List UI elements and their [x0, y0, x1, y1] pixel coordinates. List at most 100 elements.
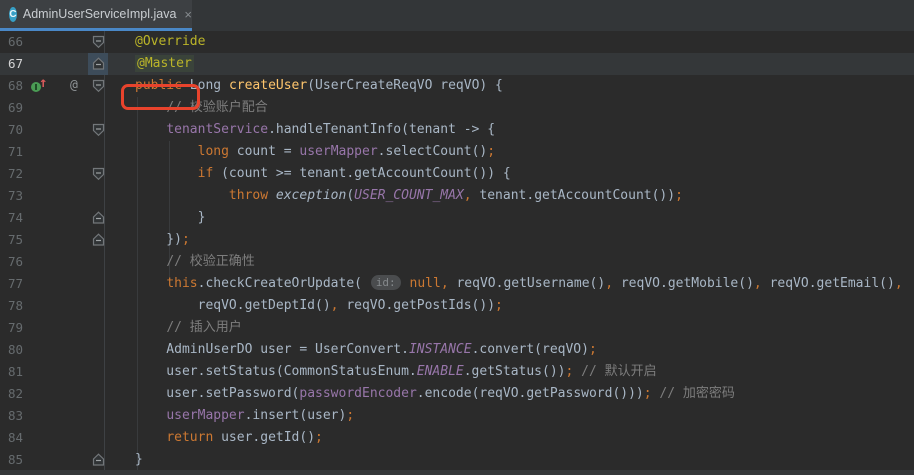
line-number[interactable]: 74: [8, 207, 30, 229]
code-line[interactable]: 77 this.checkCreateOrUpdate( id: null, r…: [0, 273, 914, 295]
gutter: 71: [0, 141, 110, 163]
code-line[interactable]: 73 throw exception(USER_COUNT_MAX, tenan…: [0, 185, 914, 207]
tab-title: AdminUserServiceImpl.java: [23, 7, 177, 21]
code-line[interactable]: 75 });: [0, 229, 914, 251]
code-line[interactable]: 78 reqVO.getDeptId(), reqVO.getPostIds()…: [0, 295, 914, 317]
java-class-icon: C: [9, 7, 17, 22]
gutter: 82: [0, 383, 110, 405]
code-line[interactable]: 80 AdminUserDO user = UserConvert.INSTAN…: [0, 339, 914, 361]
code-text: }: [110, 207, 205, 229]
gutter: 76: [0, 251, 110, 273]
code-text: AdminUserDO user = UserConvert.INSTANCE.…: [110, 339, 597, 361]
gutter: 85: [0, 449, 110, 471]
gutter: 77: [0, 273, 110, 295]
gutter: 75: [0, 229, 110, 251]
tab-adminuserserviceimpl[interactable]: C AdminUserServiceImpl.java ×: [0, 0, 192, 28]
gutter: 74: [0, 207, 110, 229]
code-line[interactable]: 76 // 校验正确性: [0, 251, 914, 273]
fold-end-icon[interactable]: [92, 453, 105, 467]
gutter: 72: [0, 163, 110, 185]
gutter: 79: [0, 317, 110, 339]
code-text: return user.getId();: [110, 427, 323, 449]
line-number[interactable]: 71: [8, 141, 30, 163]
line-number[interactable]: 76: [8, 251, 30, 273]
code-line[interactable]: 70 tenantService.handleTenantInfo(tenant…: [0, 119, 914, 141]
fold-end-icon[interactable]: [92, 211, 105, 225]
line-number[interactable]: 82: [8, 383, 30, 405]
code-text: reqVO.getDeptId(), reqVO.getPostIds());: [110, 295, 503, 317]
gutter: 80: [0, 339, 110, 361]
overriding-method-icon[interactable]: ↑: [31, 78, 51, 94]
code-text: @Override: [110, 31, 205, 53]
gutter: 70: [0, 119, 110, 141]
param-name-hint: id:: [371, 275, 401, 290]
line-number[interactable]: 67: [8, 53, 30, 75]
line-number[interactable]: 85: [8, 449, 30, 471]
bottom-strip: [0, 470, 914, 475]
fold-collapse-icon[interactable]: [92, 123, 105, 137]
code-text: tenantService.handleTenantInfo(tenant ->…: [110, 119, 495, 141]
line-number[interactable]: 80: [8, 339, 30, 361]
line-number[interactable]: 70: [8, 119, 30, 141]
code-line[interactable]: 74 }: [0, 207, 914, 229]
line-number[interactable]: 68: [8, 75, 30, 97]
fold-collapse-icon[interactable]: [92, 35, 105, 49]
gutter: 69: [0, 97, 110, 119]
code-line[interactable]: 82 user.setPassword(passwordEncoder.enco…: [0, 383, 914, 405]
code-text: public Long createUser(UserCreateReqVO r…: [110, 75, 503, 97]
code-line[interactable]: 79 // 插入用户: [0, 317, 914, 339]
code-text: }: [110, 449, 143, 471]
code-text: });: [110, 229, 190, 251]
line-number[interactable]: 78: [8, 295, 30, 317]
code-line[interactable]: 68↑ @ public Long createUser(UserCreateReq…: [0, 75, 914, 97]
fold-end-icon[interactable]: [92, 233, 105, 247]
editor-lines: 66 @Override 67 @Master 68↑ @ public Long crea…: [0, 31, 914, 471]
code-text: // 校验账户配合: [110, 97, 268, 119]
fold-collapse-icon[interactable]: [92, 167, 105, 181]
code-line[interactable]: 85}: [0, 449, 914, 471]
line-number[interactable]: 84: [8, 427, 30, 449]
line-number[interactable]: 72: [8, 163, 30, 185]
gutter: 81: [0, 361, 110, 383]
line-number[interactable]: 79: [8, 317, 30, 339]
ide-editor-window: C AdminUserServiceImpl.java × 66 @Overrid…: [0, 0, 914, 475]
code-text: user.setStatus(CommonStatusEnum.ENABLE.g…: [110, 361, 657, 383]
line-number[interactable]: 75: [8, 229, 30, 251]
line-number[interactable]: 66: [8, 31, 30, 53]
gutter: 84: [0, 427, 110, 449]
gutter: 66: [0, 31, 110, 53]
code-text: // 校验正确性: [110, 251, 255, 273]
code-text: userMapper.insert(user);: [110, 405, 354, 427]
gutter: 73: [0, 185, 110, 207]
fold-end-icon[interactable]: [92, 57, 105, 71]
code-line[interactable]: 84 return user.getId();: [0, 427, 914, 449]
line-number[interactable]: 81: [8, 361, 30, 383]
code-editor[interactable]: 66 @Override 67 @Master 68↑ @ public Long crea…: [0, 31, 914, 475]
code-text: if (count >= tenant.getAccountCount()) {: [110, 163, 511, 185]
code-text: user.setPassword(passwordEncoder.encode(…: [110, 383, 735, 405]
gutter: 67: [0, 53, 110, 75]
line-number[interactable]: 77: [8, 273, 30, 295]
code-line[interactable]: 72 if (count >= tenant.getAccountCount()…: [0, 163, 914, 185]
fold-collapse-icon[interactable]: [92, 79, 105, 93]
tab-close-icon[interactable]: ×: [184, 7, 192, 22]
code-line[interactable]: 69 // 校验账户配合: [0, 97, 914, 119]
gutter: 83: [0, 405, 110, 427]
code-line[interactable]: 83 userMapper.insert(user);: [0, 405, 914, 427]
gutter: 78: [0, 295, 110, 317]
code-text: @Master: [110, 53, 194, 75]
code-text: this.checkCreateOrUpdate( id: null, reqV…: [110, 273, 903, 295]
code-line[interactable]: 71 long count = userMapper.selectCount()…: [0, 141, 914, 163]
code-line[interactable]: 66 @Override: [0, 31, 914, 53]
code-text: long count = userMapper.selectCount();: [110, 141, 495, 163]
code-line[interactable]: 81 user.setStatus(CommonStatusEnum.ENABL…: [0, 361, 914, 383]
editor-tab-bar: C AdminUserServiceImpl.java ×: [0, 0, 914, 31]
code-text: throw exception(USER_COUNT_MAX, tenant.g…: [110, 185, 683, 207]
gutter: 68↑ @: [0, 75, 110, 97]
line-number[interactable]: 83: [8, 405, 30, 427]
line-number[interactable]: 69: [8, 97, 30, 119]
code-line[interactable]: 67 @Master: [0, 53, 914, 75]
line-number[interactable]: 73: [8, 185, 30, 207]
annotation-gutter-icon: @: [70, 75, 78, 97]
code-text: // 插入用户: [110, 317, 242, 339]
